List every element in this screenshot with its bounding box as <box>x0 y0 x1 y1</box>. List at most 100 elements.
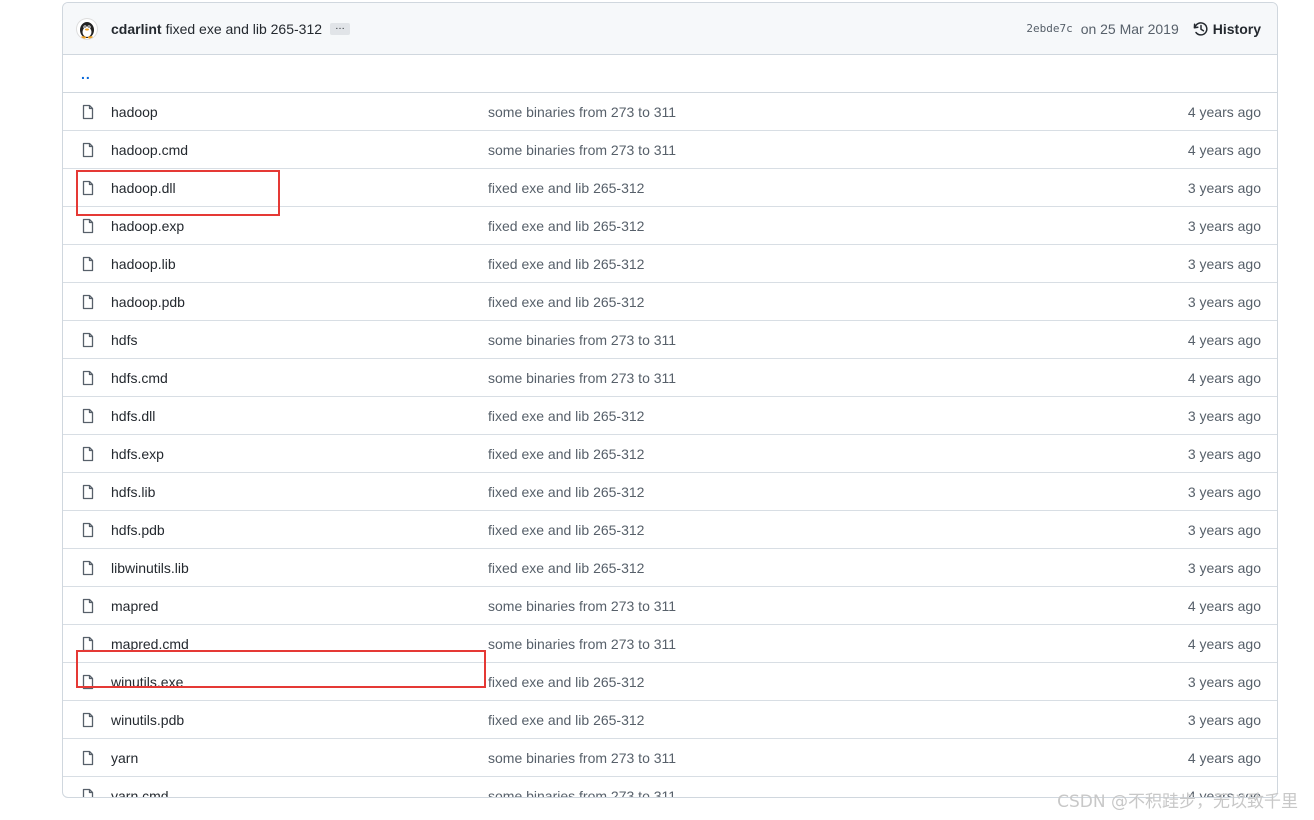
file-age: 3 years ago <box>1187 255 1261 272</box>
history-icon <box>1193 21 1208 36</box>
file-age: 3 years ago <box>1187 711 1261 728</box>
file-name-link[interactable]: hdfs.exp <box>111 446 488 462</box>
file-name-link[interactable]: hadoop.exp <box>111 218 488 234</box>
file-name-link[interactable]: yarn.cmd <box>111 788 488 798</box>
file-icon <box>82 788 94 797</box>
file-commit-message[interactable]: some binaries from 273 to 311 <box>488 332 1188 348</box>
file-name-link[interactable]: winutils.pdb <box>111 712 488 728</box>
file-row[interactable]: hadoop.pdb fixed exe and lib 265-312 3 yea… <box>63 283 1277 321</box>
latest-commit-bar: cdarlint fixed exe and lib 265-312 … 2eb… <box>63 3 1277 55</box>
file-icon <box>82 218 94 233</box>
file-row[interactable]: hadoop.lib fixed exe and lib 265-312 3 yea… <box>63 245 1277 283</box>
file-commit-message[interactable]: fixed exe and lib 265-312 <box>488 522 1188 538</box>
file-commit-message[interactable]: fixed exe and lib 265-312 <box>488 180 1188 196</box>
file-icon <box>82 598 94 613</box>
file-icon <box>82 560 94 575</box>
history-label: History <box>1212 20 1261 37</box>
file-name-link[interactable]: hdfs.pdb <box>111 522 488 538</box>
file-age: 3 years ago <box>1187 179 1261 196</box>
file-age: 3 years ago <box>1187 407 1261 424</box>
file-age: 3 years ago <box>1187 483 1261 500</box>
file-row[interactable]: hdfs.exp fixed exe and lib 265-312 3 years… <box>63 435 1277 473</box>
file-row[interactable]: hdfs.pdb fixed exe and lib 265-312 3 years… <box>63 511 1277 549</box>
file-age: 4 years ago <box>1187 331 1261 348</box>
file-name-link[interactable]: hadoop.lib <box>111 256 488 272</box>
file-icon <box>82 332 94 347</box>
file-age: 4 years ago <box>1187 103 1261 120</box>
watermark: CSDN @不积跬步，无以致千里 <box>1057 792 1298 812</box>
file-commit-message[interactable]: fixed exe and lib 265-312 <box>488 712 1188 728</box>
file-commit-message[interactable]: fixed exe and lib 265-312 <box>488 484 1188 500</box>
file-icon <box>82 712 94 727</box>
file-name-link[interactable]: hadoop.pdb <box>111 294 488 310</box>
file-icon <box>82 484 94 499</box>
file-age: 3 years ago <box>1187 217 1261 234</box>
commit-date: on 25 Mar 2019 <box>1080 20 1179 37</box>
file-commit-message[interactable]: some binaries from 273 to 311 <box>488 370 1188 386</box>
file-row[interactable]: libwinutils.lib fixed exe and lib 265-312… <box>63 549 1277 587</box>
file-row[interactable]: hdfs.lib fixed exe and lib 265-312 3 years… <box>63 473 1277 511</box>
file-commit-message[interactable]: fixed exe and lib 265-312 <box>488 674 1188 690</box>
file-icon <box>82 636 94 651</box>
commit-message[interactable]: fixed exe and lib 265-312 <box>166 21 322 37</box>
parent-directory-link[interactable]: .. <box>63 55 1277 93</box>
file-icon <box>82 180 94 195</box>
file-name-link[interactable]: hdfs <box>111 332 488 348</box>
file-icon <box>82 674 94 689</box>
file-row[interactable]: hadoop.cmd some binaries from 273 to 311 4… <box>63 131 1277 169</box>
file-row[interactable]: hadoop.exp fixed exe and lib 265-312 3 yea… <box>63 207 1277 245</box>
file-name-link[interactable]: hadoop.cmd <box>111 142 488 158</box>
file-icon <box>82 142 94 157</box>
file-commit-message[interactable]: fixed exe and lib 265-312 <box>488 560 1188 576</box>
history-link[interactable]: History <box>1193 21 1261 37</box>
file-row[interactable]: mapred some binaries from 273 to 311 4 yea… <box>63 587 1277 625</box>
file-row[interactable]: winutils.exe fixed exe and lib 265-312 3 y… <box>63 663 1277 701</box>
file-name-link[interactable]: hdfs.lib <box>111 484 488 500</box>
file-name-link[interactable]: yarn <box>111 750 488 766</box>
file-age: 3 years ago <box>1187 521 1261 538</box>
file-list: hadoop some binaries from 273 to 311 4 yea… <box>63 93 1277 798</box>
file-age: 4 years ago <box>1187 141 1261 158</box>
file-name-link[interactable]: hdfs.dll <box>111 408 488 424</box>
file-name-link[interactable]: hadoop <box>111 104 488 120</box>
file-name-link[interactable]: mapred.cmd <box>111 636 488 652</box>
file-icon <box>82 294 94 309</box>
file-icon <box>82 104 94 119</box>
file-row[interactable]: hdfs.dll fixed exe and lib 265-312 3 years… <box>63 397 1277 435</box>
file-age: 4 years ago <box>1187 369 1261 386</box>
file-commit-message[interactable]: fixed exe and lib 265-312 <box>488 256 1188 272</box>
file-age: 3 years ago <box>1187 445 1261 462</box>
file-row[interactable]: hdfs.cmd some binaries from 273 to 311 4 y… <box>63 359 1277 397</box>
file-commit-message[interactable]: some binaries from 273 to 311 <box>488 142 1188 158</box>
file-icon <box>82 256 94 271</box>
file-name-link[interactable]: libwinutils.lib <box>111 560 488 576</box>
file-icon <box>82 750 94 765</box>
file-row[interactable]: winutils.pdb fixed exe and lib 265-312 3 y… <box>63 701 1277 739</box>
file-name-link[interactable]: hdfs.cmd <box>111 370 488 386</box>
file-icon <box>82 370 94 385</box>
commit-sha[interactable]: 2ebde7c <box>1026 22 1072 35</box>
file-age: 4 years ago <box>1187 749 1261 766</box>
file-icon <box>82 408 94 423</box>
file-row[interactable]: yarn some binaries from 273 to 311 4 years… <box>63 739 1277 777</box>
file-row[interactable]: hadoop.dll fixed exe and lib 265-312 3 yea… <box>63 169 1277 207</box>
file-name-link[interactable]: hadoop.dll <box>111 180 488 196</box>
file-commit-message[interactable]: some binaries from 273 to 311 <box>488 598 1188 614</box>
file-commit-message[interactable]: some binaries from 273 to 311 <box>488 750 1188 766</box>
file-row[interactable]: mapred.cmd some binaries from 273 to 311 4… <box>63 625 1277 663</box>
author-avatar[interactable] <box>77 18 97 39</box>
file-age: 3 years ago <box>1187 673 1261 690</box>
file-commit-message[interactable]: some binaries from 273 to 311 <box>488 636 1188 652</box>
file-commit-message[interactable]: fixed exe and lib 265-312 <box>488 408 1188 424</box>
file-commit-message[interactable]: fixed exe and lib 265-312 <box>488 218 1188 234</box>
file-age: 3 years ago <box>1187 559 1261 576</box>
file-name-link[interactable]: winutils.exe <box>111 674 488 690</box>
file-commit-message[interactable]: some binaries from 273 to 311 <box>488 104 1188 120</box>
expand-commit-button[interactable]: … <box>330 22 351 35</box>
file-name-link[interactable]: mapred <box>111 598 488 614</box>
file-row[interactable]: hdfs some binaries from 273 to 311 4 years… <box>63 321 1277 359</box>
file-commit-message[interactable]: fixed exe and lib 265-312 <box>488 294 1188 310</box>
commit-author[interactable]: cdarlint <box>111 21 162 37</box>
file-commit-message[interactable]: fixed exe and lib 265-312 <box>488 446 1188 462</box>
file-row[interactable]: hadoop some binaries from 273 to 311 4 yea… <box>63 93 1277 131</box>
